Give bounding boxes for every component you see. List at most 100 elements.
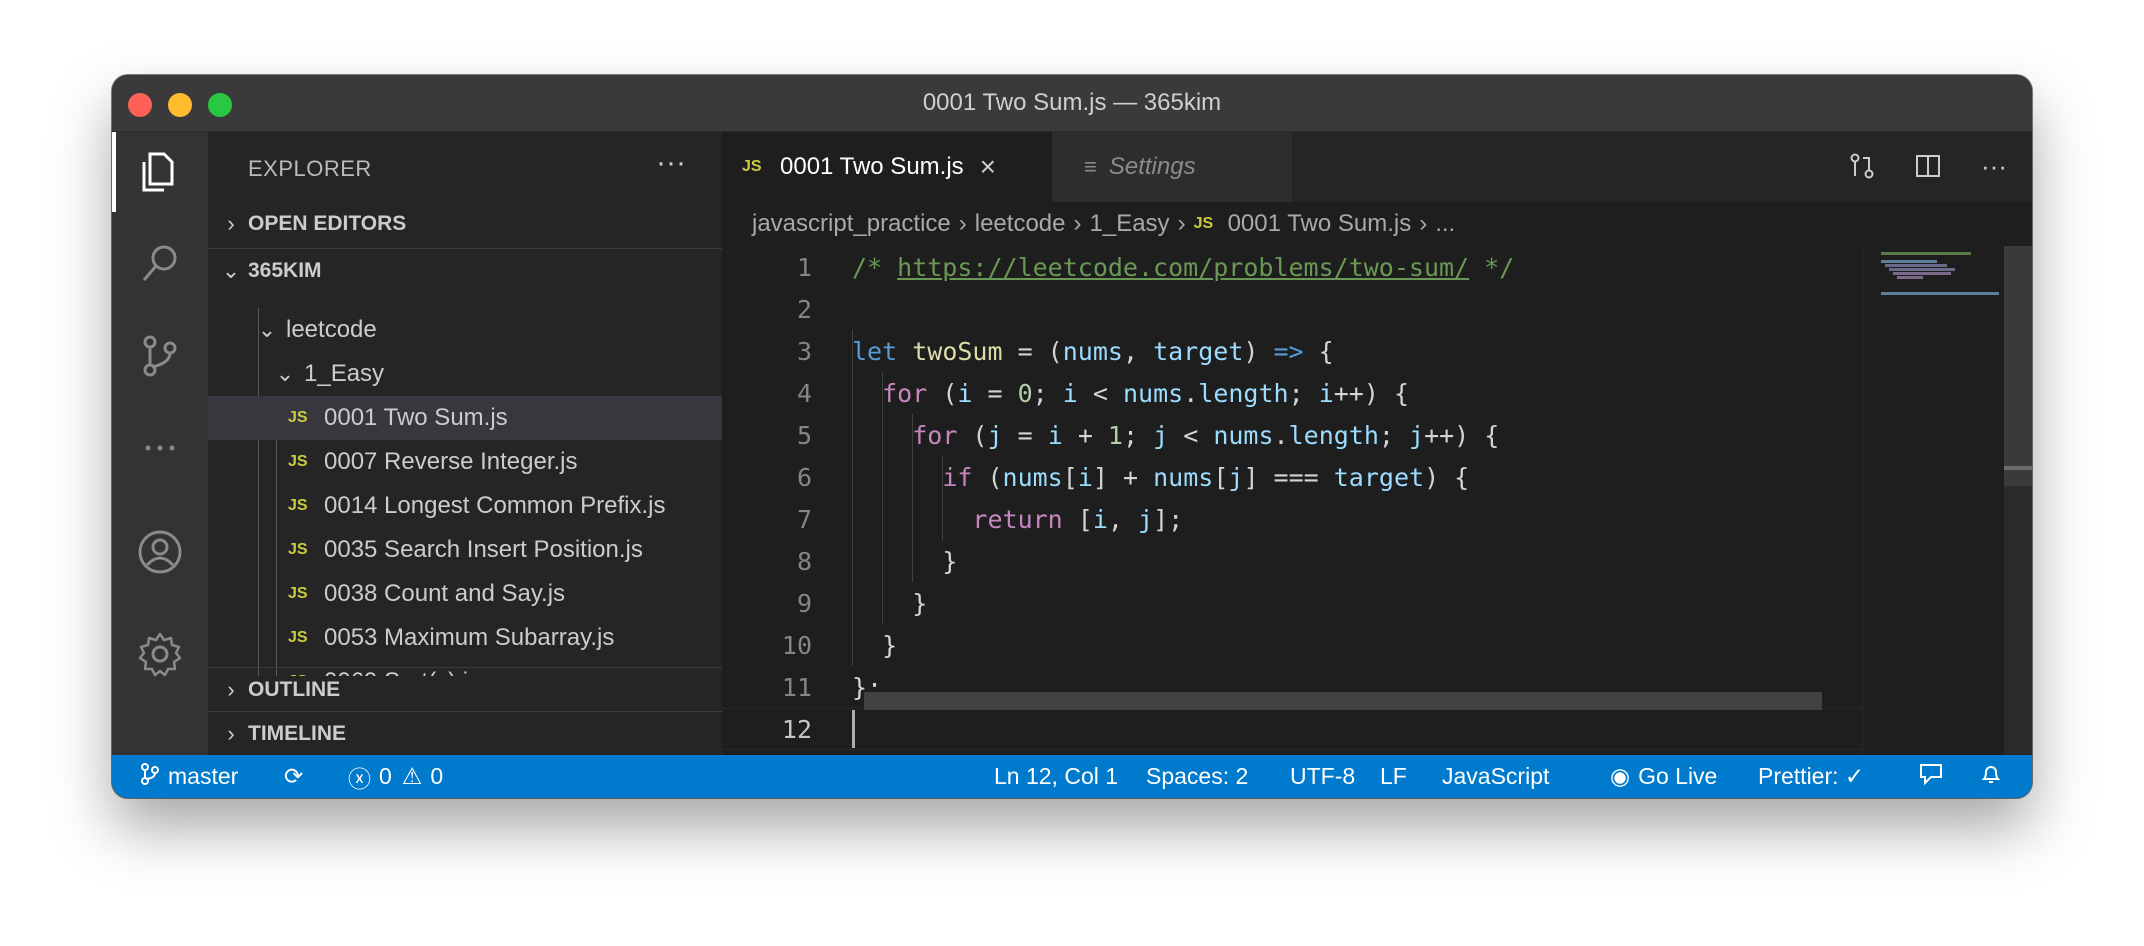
tab-two-sum[interactable]: JS 0001 Two Sum.js × [722, 132, 1052, 202]
breadcrumb-item[interactable]: ... [1435, 210, 1455, 238]
settings-list-icon: ≡ [1084, 154, 1097, 179]
code-line: 10 } [722, 624, 1862, 666]
code-line: 12 [722, 708, 1862, 750]
section-outline[interactable]: › OUTLINE [208, 667, 722, 711]
activity-bar [112, 132, 208, 755]
eol-status[interactable]: LF [1380, 755, 1407, 798]
tab-label: Settings [1108, 153, 1196, 180]
text-cursor [852, 710, 855, 748]
sidebar-more-button[interactable]: ··· [656, 146, 686, 180]
notifications-button[interactable] [1980, 755, 2002, 798]
minimap-line [1881, 252, 1971, 255]
minimap-line [1881, 292, 1999, 295]
js-file-icon: JS [1193, 215, 1214, 232]
tree-file-item[interactable]: JS 0007 Reverse Integer.js [208, 440, 722, 484]
tab-bar: JS 0001 Two Sum.js × ≡ Settings ··· [722, 132, 2032, 202]
section-open-editors[interactable]: › OPEN EDITORS [208, 202, 722, 246]
section-timeline[interactable]: › TIMELINE [208, 711, 722, 755]
settings-gear-icon [138, 632, 182, 677]
tab-settings[interactable]: ≡ Settings [1052, 132, 1292, 202]
close-icon[interactable]: × [980, 151, 996, 183]
encoding-status[interactable]: UTF-8 [1290, 755, 1355, 798]
tree-file-item[interactable]: JS 0035 Search Insert Position.js [208, 528, 722, 572]
section-label: OPEN EDITORS [248, 212, 407, 235]
explorer-activity[interactable] [112, 132, 208, 212]
feedback-button[interactable] [1918, 755, 1944, 798]
source-control-activity[interactable] [112, 316, 208, 396]
source-control-icon [143, 335, 177, 377]
line-number: 9 [796, 588, 812, 618]
code-line: 6 if (nums[i] + nums[j] === target) { [722, 456, 1862, 498]
breadcrumb: javascript_practice › leetcode › 1_Easy … [722, 202, 2032, 246]
code-line: 5 for (j = i + 1; j < nums.length; j++) … [722, 414, 1862, 456]
code-editor[interactable]: 1 /* https://leetcode.com/problems/two-s… [722, 246, 1862, 755]
breadcrumb-item[interactable]: 0001 Two Sum.js [1228, 210, 1412, 238]
tree-file-item[interactable]: JS 0038 Count and Say.js [208, 572, 722, 616]
line-number: 7 [796, 504, 812, 534]
line-number: 8 [796, 546, 812, 576]
js-file-icon: JS [742, 158, 762, 175]
tree-file-item[interactable]: JS 0014 Longest Common Prefix.js [208, 484, 722, 528]
horizontal-scrollbar[interactable] [864, 692, 1822, 710]
problems-status[interactable]: ⓧ 0 ⚠ 0 [348, 755, 443, 798]
cursor-position-marker [2004, 466, 2032, 470]
more-icon [145, 445, 175, 451]
chevron-right-icon: › [1073, 210, 1082, 237]
sidebar-header: EXPLORER ··· [208, 132, 722, 202]
file-label: 0001 Two Sum.js [324, 404, 508, 431]
code-line: 7 return [i, j]; [722, 498, 1862, 540]
url-link[interactable]: https://leetcode.com/problems/two-sum/ [897, 253, 1469, 282]
vscode-window: 0001 Two Sum.js — 365kim EXPLORER ··· › … [112, 75, 2032, 798]
compare-changes-icon[interactable] [1844, 148, 1880, 184]
js-file-icon: JS [288, 453, 308, 470]
folder-label: leetcode [286, 316, 377, 343]
chevron-right-icon: › [227, 676, 235, 702]
go-live-button[interactable]: ◉ Go Live [1610, 755, 1717, 798]
code-line: 4 for (i = 0; i < nums.length; i++) { [722, 372, 1862, 414]
tree-file-item[interactable]: JS 0001 Two Sum.js [208, 396, 722, 440]
error-count: 0 [379, 763, 392, 789]
line-number: 2 [796, 294, 812, 324]
tree-file-item[interactable]: JS 0053 Maximum Subarray.js [208, 616, 722, 660]
more-actions-icon[interactable]: ··· [1976, 148, 2012, 184]
scrollbar-thumb[interactable] [2004, 246, 2032, 486]
sync-button[interactable]: ⟳ [284, 755, 303, 798]
minimap-line [1881, 260, 1937, 263]
language-status[interactable]: JavaScript [1442, 755, 1549, 798]
tab-label: 0001 Two Sum.js [780, 153, 964, 180]
section-workspace[interactable]: ⌄ 365KIM [208, 248, 722, 292]
chevron-down-icon: ⌄ [221, 257, 241, 283]
js-file-icon: JS [288, 541, 308, 558]
accounts-activity[interactable] [112, 512, 208, 592]
breadcrumb-item[interactable]: leetcode [975, 210, 1066, 238]
line-number: 1 [796, 252, 812, 282]
tree-folder-leetcode[interactable]: ⌄ leetcode [208, 308, 722, 352]
explorer-sidebar: EXPLORER ··· › OPEN EDITORS ⌄ 365KIM ⌄ l… [208, 132, 722, 755]
indentation-status[interactable]: Spaces: 2 [1146, 755, 1248, 798]
breadcrumb-item[interactable]: javascript_practice [752, 210, 951, 238]
folder-label: 1_Easy [304, 360, 385, 387]
tree-folder-1-easy[interactable]: ⌄ 1_Easy [208, 352, 722, 396]
files-icon [142, 152, 174, 192]
chevron-right-icon: › [1177, 210, 1186, 237]
manage-activity[interactable] [112, 614, 208, 694]
file-label: 0053 Maximum Subarray.js [324, 624, 615, 651]
search-activity[interactable] [112, 224, 208, 304]
code-line: 8 } [722, 540, 1862, 582]
split-editor-icon[interactable] [1910, 148, 1946, 184]
chevron-down-icon: ⌄ [257, 317, 277, 342]
cursor-position-status[interactable]: Ln 12, Col 1 [994, 755, 1118, 798]
search-icon [142, 245, 177, 281]
section-label: OUTLINE [248, 677, 341, 701]
minimap-line [1893, 272, 1951, 275]
branch-status[interactable]: master [140, 755, 238, 798]
vertical-scrollbar[interactable] [2004, 246, 2032, 755]
file-tree: ⌄ leetcode ⌄ 1_Easy JS 0001 Two Sum.js J… [208, 308, 722, 676]
prettier-status[interactable]: Prettier: ✓ [1758, 755, 1864, 798]
minimap[interactable] [1862, 246, 2002, 755]
line-number: 12 [781, 714, 812, 744]
more-activity[interactable] [112, 408, 208, 488]
file-label: 0007 Reverse Integer.js [324, 448, 578, 475]
breadcrumb-item[interactable]: 1_Easy [1090, 210, 1170, 238]
chevron-right-icon: › [1419, 210, 1428, 237]
